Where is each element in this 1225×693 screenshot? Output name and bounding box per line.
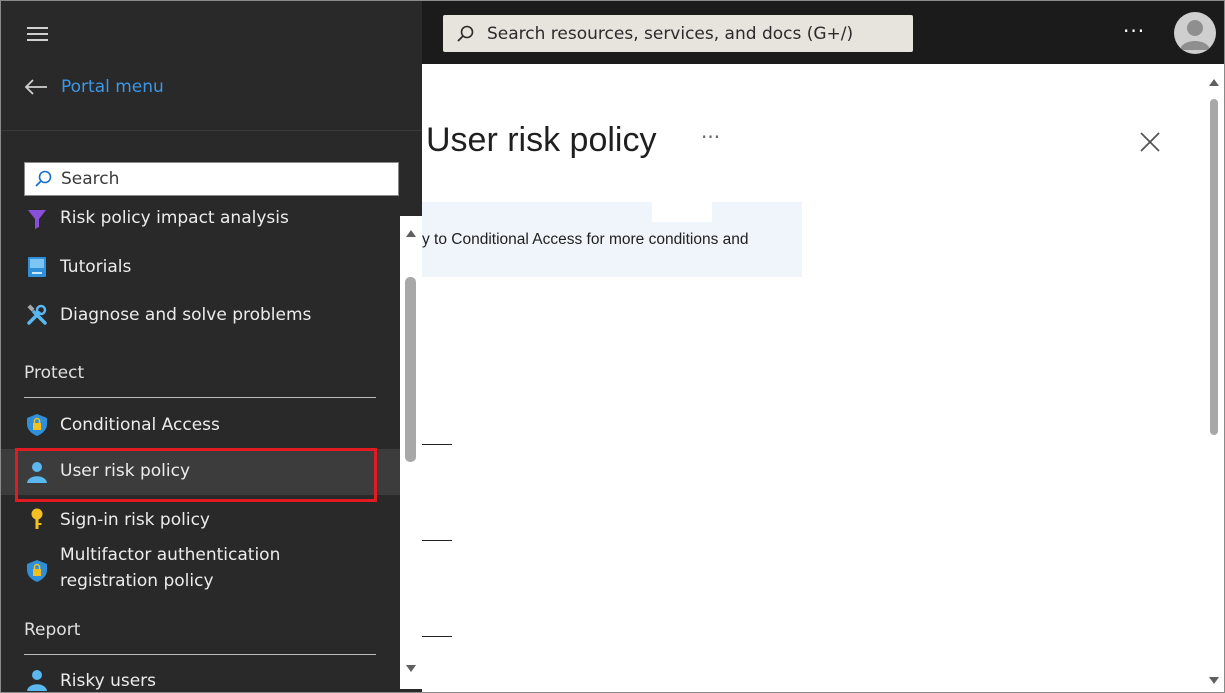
sidebar-item-label-line2: registration policy <box>60 571 214 591</box>
key-icon <box>31 508 43 529</box>
sidebar-item-label: Risk policy impact analysis <box>60 208 289 228</box>
user-avatar[interactable] <box>1174 12 1216 54</box>
section-heading-report: Report <box>24 620 81 640</box>
users-icon <box>27 670 47 691</box>
section-divider <box>24 654 376 655</box>
close-icon[interactable] <box>1138 130 1162 154</box>
more-options-button[interactable]: ··· <box>1123 19 1145 43</box>
global-search-input[interactable]: Search resources, services, and docs (G+… <box>443 15 913 52</box>
divider <box>422 540 452 541</box>
sidebar-item-risk-policy-impact-analysis[interactable]: Risk policy impact analysis <box>1 201 400 241</box>
scroll-down-arrow[interactable] <box>1209 677 1219 684</box>
main-scrollbar[interactable] <box>1207 77 1221 689</box>
sidebar-item-risky-users[interactable]: Risky users <box>1 659 400 692</box>
portal-menu-back-link[interactable]: Portal menu <box>23 77 164 97</box>
sidebar-scrollbar[interactable] <box>400 216 422 689</box>
sidebar-search-placeholder: Search <box>61 169 120 189</box>
section-heading-protect: Protect <box>24 363 85 383</box>
sidebar-item-label: Multifactor authentication <box>60 545 281 565</box>
shield-lock-icon <box>27 414 47 436</box>
search-icon <box>35 170 52 187</box>
section-divider <box>24 397 376 398</box>
divider <box>422 444 452 445</box>
funnel-icon <box>28 210 46 229</box>
sidebar-search-input[interactable]: Search <box>24 162 399 196</box>
sidebar-scrollbar-thumb[interactable] <box>405 277 416 462</box>
main-scrollbar-thumb[interactable] <box>1210 99 1218 435</box>
wrench-icon <box>27 304 47 325</box>
sidebar-item-sign-in-risk-policy[interactable]: Sign-in risk policy <box>1 499 400 543</box>
sidebar-item-label: Conditional Access <box>60 415 220 435</box>
sidebar-item-label: Sign-in risk policy <box>60 510 210 530</box>
global-search-placeholder: Search resources, services, and docs (G+… <box>487 23 854 44</box>
portal-menu-label: Portal menu <box>61 77 164 97</box>
scroll-up-arrow[interactable] <box>406 230 416 237</box>
sidebar-item-label: Tutorials <box>60 257 132 277</box>
selection-highlight <box>15 448 377 502</box>
book-icon <box>28 257 46 277</box>
title-more-button[interactable]: ··· <box>701 125 720 149</box>
sidebar-item-tutorials[interactable]: Tutorials <box>1 245 400 289</box>
page-title: User risk policy <box>426 121 657 159</box>
sidebar-menu: Risk policy impact analysis Tutorials Di… <box>1 201 400 692</box>
hamburger-menu-icon[interactable] <box>27 27 48 43</box>
sidebar-item-mfa-registration-policy[interactable]: Multifactor authentication registration … <box>1 541 400 601</box>
sidebar-divider <box>1 130 422 131</box>
sidebar-item-label: Risky users <box>60 671 157 691</box>
divider <box>422 636 452 637</box>
scroll-down-arrow[interactable] <box>406 665 416 672</box>
scroll-up-arrow[interactable] <box>1209 79 1219 86</box>
info-banner-text: y to Conditional Access for more conditi… <box>422 231 749 248</box>
info-banner-notch <box>652 202 712 222</box>
window: Search resources, services, and docs (G+… <box>0 0 1225 693</box>
search-icon <box>457 25 474 42</box>
sidebar-item-conditional-access[interactable]: Conditional Access <box>1 403 400 447</box>
arrow-left-icon <box>24 79 47 95</box>
sidebar-item-diagnose[interactable]: Diagnose and solve problems <box>1 293 400 337</box>
shield-lock-icon <box>27 560 47 582</box>
sidebar-item-label: Diagnose and solve problems <box>60 305 312 325</box>
person-icon <box>1180 20 1210 50</box>
portal-sidebar: Portal menu Search Risk policy impact an… <box>1 1 422 692</box>
